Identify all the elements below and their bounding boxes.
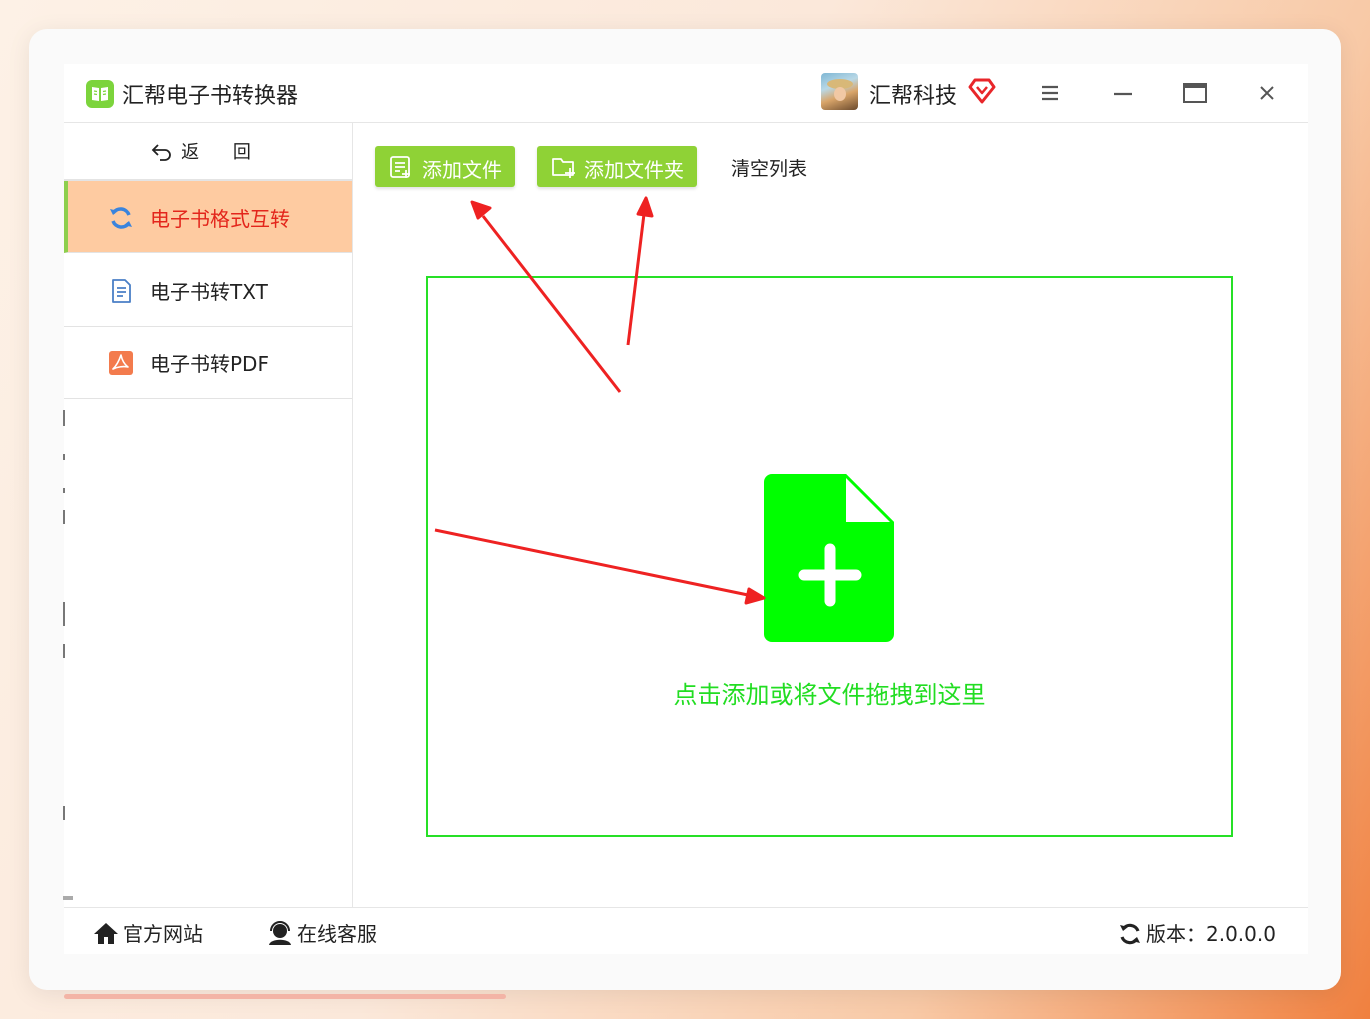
menu-icon <box>1042 85 1058 101</box>
add-document-icon[interactable] <box>764 474 896 642</box>
add-file-icon <box>390 156 410 178</box>
add-folder-button[interactable]: 添加文件夹 <box>537 146 697 187</box>
home-icon <box>94 923 118 944</box>
app-title: 汇帮电子书转换器 <box>122 84 299 109</box>
back-arrow-icon <box>151 144 171 161</box>
sidebar: 返 回 电子书格式互转 电子书转TXT 电子书转PDF <box>64 123 353 907</box>
app-window: 汇帮电子书转换器 汇帮科技 返 回 电子书格式互转 电子书转TXT 电子书转PD… <box>64 64 1308 954</box>
version-label: 版本：2.0.0.0 <box>1146 922 1276 946</box>
support-agent-icon <box>269 921 291 945</box>
footer-bar: 官方网站 在线客服 版本：2.0.0.0 <box>64 907 1308 955</box>
drop-hint-text: 点击添加或将文件拖拽到这里 <box>673 681 986 709</box>
maximize-icon <box>1183 83 1207 103</box>
version-info: 版本：2.0.0.0 <box>1118 918 1276 947</box>
menu-button[interactable] <box>1035 78 1065 108</box>
back-label: 返 回 <box>181 142 265 163</box>
close-button[interactable] <box>1252 78 1282 108</box>
add-file-label: 添加文件 <box>422 158 502 182</box>
maximize-button[interactable] <box>1180 78 1210 108</box>
add-file-button[interactable]: 添加文件 <box>375 146 515 187</box>
title-bar: 汇帮电子书转换器 汇帮科技 <box>64 64 1308 123</box>
refresh-icon <box>110 207 132 229</box>
minimize-button[interactable] <box>1108 78 1138 108</box>
sidebar-item-label: 电子书转PDF <box>150 352 269 376</box>
official-website-link[interactable]: 官方网站 <box>93 918 203 947</box>
vip-diamond-icon[interactable] <box>968 78 996 108</box>
refresh-icon <box>1120 923 1140 945</box>
add-folder-label: 添加文件夹 <box>584 158 684 182</box>
sidebar-item-to-pdf[interactable]: 电子书转PDF <box>64 326 352 399</box>
minimize-icon <box>1114 92 1132 96</box>
sidebar-item-format-convert[interactable]: 电子书格式互转 <box>64 181 352 253</box>
online-support-label: 在线客服 <box>297 922 377 946</box>
app-logo-icon <box>86 80 114 108</box>
pdf-icon <box>109 351 133 375</box>
avatar[interactable] <box>821 73 858 110</box>
sidebar-item-label: 电子书格式互转 <box>150 207 290 231</box>
back-button[interactable]: 返 回 <box>64 123 352 179</box>
official-website-label: 官方网站 <box>123 922 203 946</box>
document-icon <box>112 279 131 303</box>
sidebar-item-label: 电子书转TXT <box>150 280 268 304</box>
edge-marks <box>63 410 73 950</box>
add-folder-icon <box>552 158 575 178</box>
clear-list-button[interactable]: 清空列表 <box>731 154 807 181</box>
username[interactable]: 汇帮科技 <box>869 78 957 110</box>
close-icon <box>1260 86 1274 100</box>
horizontal-scroll-indicator[interactable] <box>64 994 506 999</box>
online-support-link[interactable]: 在线客服 <box>267 918 377 947</box>
sidebar-item-to-txt[interactable]: 电子书转TXT <box>64 254 352 327</box>
